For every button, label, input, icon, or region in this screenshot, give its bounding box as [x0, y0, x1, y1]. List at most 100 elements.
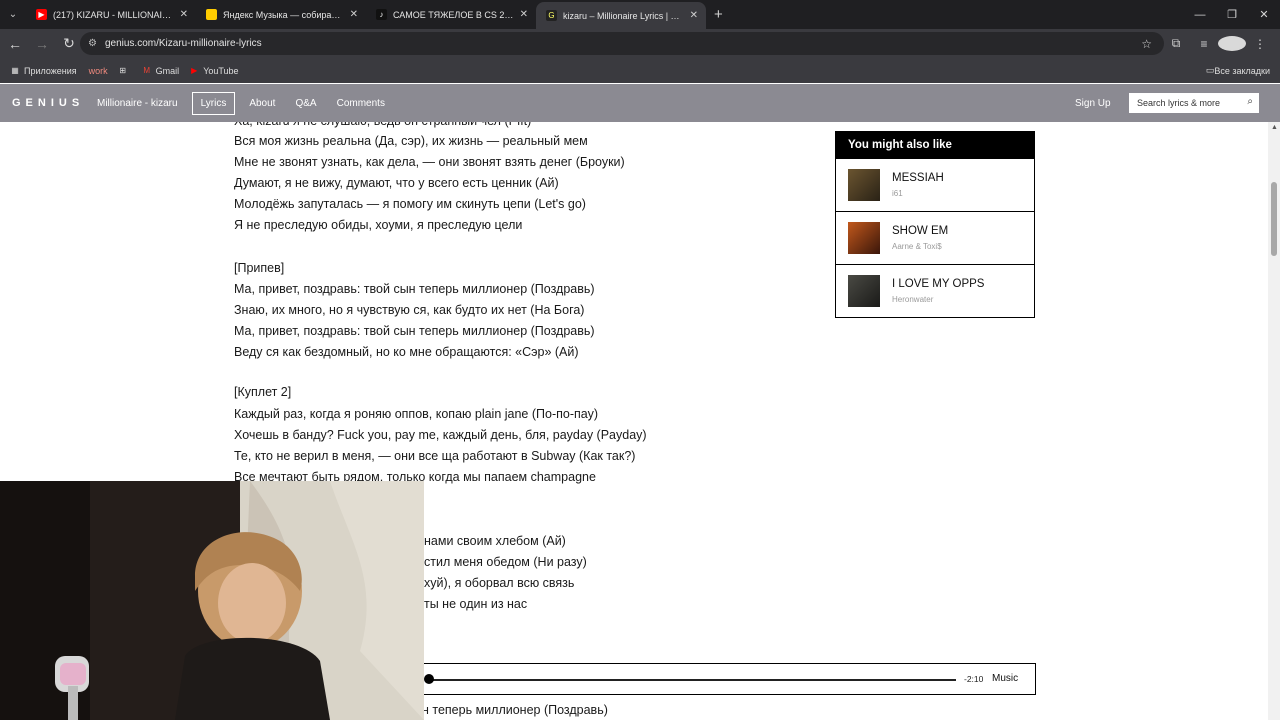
tab-comments[interactable]: Comments [337, 98, 385, 109]
close-icon[interactable]: ✕ [180, 9, 188, 20]
lyric-line[interactable]: Я не преследую обиды, хоуми, я преследую… [234, 218, 522, 232]
site-info-icon[interactable]: ⚙ [88, 38, 97, 49]
lyric-line[interactable]: Хочешь в банду? Fuck you, pay me, каждый… [234, 428, 647, 442]
cover-art [848, 275, 880, 307]
lyric-line[interactable]: Каждый раз, когда я роняю оппов, копаю p… [234, 407, 598, 421]
tab-qa[interactable]: Q&A [295, 98, 316, 109]
tab-title: САМОЕ ТЯЖЕЛОЕ В CS 2: стре [393, 9, 514, 20]
close-icon[interactable]: ✕ [690, 10, 698, 21]
lyric-line[interactable]: ты не один из нас [424, 597, 527, 611]
progress-track[interactable] [428, 679, 956, 681]
audio-player: -2:10 Music [423, 663, 1036, 695]
suggestion-item[interactable]: MESSIAH i61 [836, 158, 1034, 211]
browser-tab-active[interactable]: G kizaru – Millionaire Lyrics | Geni ✕ [536, 2, 706, 29]
genius-icon: G [546, 10, 557, 21]
apps-grid-icon: ▦ [11, 66, 19, 75]
suggestion-title: MESSIAH [892, 172, 944, 184]
webcam-feed [0, 481, 424, 720]
service-label: Music [992, 673, 1019, 684]
lyric-line[interactable]: Думают, я не вижу, думают, что у всего е… [234, 176, 559, 190]
suggestions-heading: You might also like [836, 132, 1034, 158]
forward-icon[interactable]: → [30, 32, 54, 56]
all-bookmarks[interactable]: ▭ Все закладки [1206, 65, 1270, 76]
bookmark-label: Приложения [24, 65, 77, 76]
lyric-line[interactable]: Веду ся как бездомный, но ко мне обращаю… [234, 345, 579, 359]
gmail-icon: M [143, 66, 150, 75]
url-text: genius.com/Kizaru-millionaire-lyrics [104, 38, 262, 49]
lyric-line[interactable]: Те, кто не верил в меня, — они все ща ра… [234, 449, 635, 463]
minimize-icon[interactable]: — [1184, 0, 1216, 29]
bookmark-gmail[interactable]: M Gmail [142, 65, 180, 76]
page-scrollbar[interactable]: ▲ [1268, 122, 1280, 720]
lyric-line[interactable]: хуй), я оборвал всю связь [424, 576, 574, 590]
apple-music-badge[interactable]: Music [992, 673, 1018, 684]
browser-tab-bar: ⌄ ▶ (217) KIZARU - MILLIONAIRE - ✕ Яндек… [0, 0, 1280, 29]
suggestion-item[interactable]: SHOW EM Aarne & Toxi$ [836, 211, 1034, 264]
media-controls-icon[interactable]: ≡ [1190, 37, 1218, 51]
scroll-up-icon[interactable]: ▲ [1271, 124, 1278, 131]
avatar[interactable] [1218, 36, 1246, 51]
sign-up-link[interactable]: Sign Up [1075, 84, 1111, 122]
new-tab-icon[interactable]: + [714, 6, 723, 23]
bookmark-label: Gmail [155, 65, 180, 76]
close-icon[interactable]: ✕ [520, 9, 528, 20]
all-bookmarks-label: Все закладки [1214, 65, 1270, 76]
lyric-line[interactable]: стил меня обедом (Ни разу) [424, 555, 587, 569]
folder-icon: ▭ [1205, 65, 1215, 75]
browser-tab[interactable]: Яндекс Музыка — собираем м ✕ [196, 0, 366, 29]
bookmark-work[interactable]: work [89, 66, 108, 76]
suggestion-title: SHOW EM [892, 225, 949, 237]
lyric-line[interactable]: Мне не звонят узнать, как дела, — они зв… [234, 155, 625, 169]
bookmark-apps[interactable]: ▦ Приложения [10, 65, 77, 76]
time-remaining: -2:10 [964, 674, 984, 684]
suggestion-artist: Aarne & Toxi$ [892, 242, 942, 251]
yandex-music-icon [206, 9, 217, 20]
cover-art [848, 222, 880, 254]
bookmark-folder[interactable]: ⊞ [118, 66, 132, 76]
menu-icon[interactable]: ⋮ [1246, 37, 1274, 51]
cover-art [848, 169, 880, 201]
bookmark-youtube[interactable]: ▶ YouTube [189, 66, 238, 76]
song-title-link[interactable]: Millionaire - kizaru [97, 98, 178, 109]
lyric-line[interactable]: Молодёжь запуталась — я помогу им скинут… [234, 197, 586, 211]
address-bar[interactable]: ⚙ genius.com/Kizaru-millionaire-lyrics ☆ [80, 32, 1164, 55]
close-window-icon[interactable]: ✕ [1248, 0, 1280, 29]
lyric-line[interactable]: Вся моя жизнь реальна (Да, сэр), их жизн… [234, 134, 588, 148]
lyric-line[interactable]: Ма, привет, поздравь: твой сын теперь ми… [234, 282, 595, 296]
search-icon[interactable]: ⌕ [1247, 96, 1253, 107]
lyric-line[interactable]: н теперь миллионер (Поздравь) [422, 703, 608, 717]
browser-toolbar: ← → ↻ ⚙ genius.com/Kizaru-millionaire-ly… [0, 29, 1280, 58]
progress-handle[interactable] [424, 674, 434, 684]
tab-about[interactable]: About [249, 98, 275, 109]
bookmark-label: work [88, 65, 108, 76]
youtube-icon: ▶ [36, 9, 47, 20]
lyric-line[interactable]: Ма, привет, поздравь: твой сын теперь ми… [234, 324, 595, 338]
grid-icon: ⊞ [119, 66, 127, 75]
suggestion-item[interactable]: I LOVE MY OPPS Heronwater [836, 264, 1034, 317]
search-placeholder: Search lyrics & more [1137, 98, 1221, 108]
suggestion-artist: i61 [892, 189, 903, 198]
close-icon[interactable]: ✕ [350, 9, 358, 20]
genius-logo[interactable]: GENIUS [12, 97, 84, 109]
tab-lyrics[interactable]: Lyrics [191, 91, 236, 115]
scrollbar-thumb[interactable] [1271, 182, 1277, 256]
browser-tab[interactable]: ▶ (217) KIZARU - MILLIONAIRE - ✕ [26, 0, 196, 29]
restore-icon[interactable]: ❐ [1216, 0, 1248, 29]
browser-tab[interactable]: ♪ САМОЕ ТЯЖЕЛОЕ В CS 2: стре ✕ [366, 0, 536, 29]
back-icon[interactable]: ← [3, 32, 27, 56]
lyric-line[interactable]: [Припев] [234, 261, 284, 275]
tab-search-button[interactable]: ⌄ [0, 0, 26, 29]
lyric-line[interactable]: Знаю, их много, но я чувствую ся, как бу… [234, 303, 584, 317]
extensions-icon[interactable]: ⧉ [1162, 36, 1190, 51]
reload-icon[interactable]: ↻ [57, 32, 81, 56]
tab-title: Яндекс Музыка — собираем м [223, 9, 344, 20]
lyric-line[interactable]: [Куплет 2] [234, 385, 291, 399]
search-input[interactable]: Search lyrics & more ⌕ [1129, 93, 1259, 113]
genius-header: GENIUS Millionaire - kizaru Lyrics About… [0, 84, 1280, 122]
window-controls: — ❐ ✕ [1184, 0, 1280, 29]
lyric-line[interactable]: Ха, kizaru я не слушаю, ведь он странный… [234, 122, 531, 128]
tiktok-icon: ♪ [376, 9, 387, 20]
bookmark-star-icon[interactable]: ☆ [1141, 37, 1152, 51]
tab-title: kizaru – Millionaire Lyrics | Geni [563, 10, 684, 21]
lyric-line[interactable]: нами своим хлебом (Ай) [424, 534, 566, 548]
